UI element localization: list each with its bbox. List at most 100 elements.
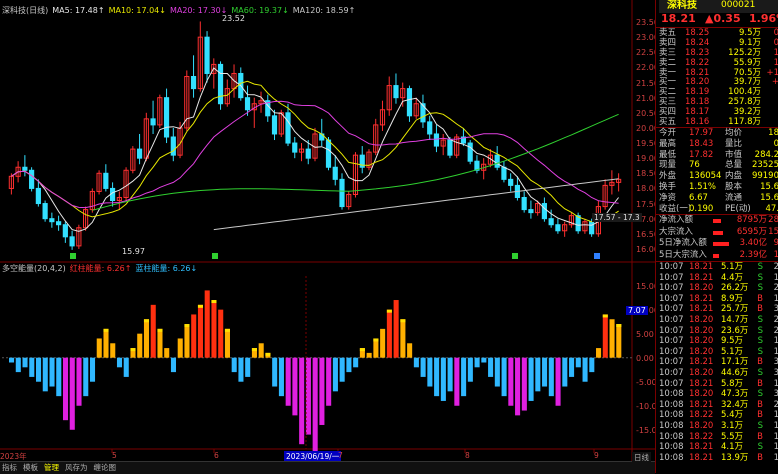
indicator-bar [184, 324, 190, 358]
tick-price: 18.20 [689, 325, 714, 336]
tab-save-as[interactable]: 风存为 [63, 463, 90, 472]
period-selector[interactable]: 日线 [632, 452, 651, 464]
tick-row: 10:07 18.21 4.4万 S 1 [659, 273, 778, 284]
indicator-bar [211, 300, 217, 358]
tick-time: 10:07 [659, 304, 684, 315]
indicator-bar-cap [386, 309, 392, 313]
stat-row: 最高 18.43 量比 0 [659, 139, 778, 150]
stat-value: 99190 [751, 171, 778, 182]
tick-time: 10:07 [659, 283, 684, 294]
tick-price: 18.21 [689, 442, 714, 453]
indicator-bar [224, 328, 230, 358]
tick-count: 2 [773, 283, 778, 294]
kline-canvas[interactable] [0, 0, 655, 473]
indicator-bar-cap [224, 328, 230, 332]
indicator-bar [164, 348, 170, 358]
indicator-bar [36, 357, 42, 382]
tick-price: 18.21 [689, 272, 714, 283]
tab-chanlun[interactable]: 缠论图 [92, 463, 119, 472]
stat-label: 量比 [725, 138, 743, 149]
candle-body [541, 203, 547, 220]
flow-value: 6595万 [736, 226, 767, 237]
tick-count: 1 [773, 452, 778, 463]
tick-row: 10:08 18.22 5.4万 B 1 [659, 410, 778, 421]
flow-value: 2.39亿 [739, 249, 767, 260]
tick-row: 10:07 18.20 23.6万 S 2 [659, 326, 778, 337]
candle-body [494, 154, 500, 168]
flow-label: 净流入额 [659, 215, 694, 225]
flow-label: 5日大宗流入 [659, 249, 707, 260]
flow-tail: 15 [768, 226, 778, 237]
stat-label: 流通 [725, 192, 743, 203]
indicator-bar [258, 343, 264, 358]
tick-volume: 13.9万 [721, 452, 749, 463]
stat-value: 0.190 [689, 203, 714, 214]
indicator-bar [339, 357, 345, 382]
tick-row: 10:07 18.21 8.9万 B 1 [659, 294, 778, 305]
tab-manage[interactable]: 管理 [42, 463, 61, 472]
indicator-bar-cap [373, 338, 379, 342]
indicator-bar [319, 357, 325, 425]
tick-count: 1 [773, 431, 778, 442]
tick-side: B [757, 452, 763, 463]
legend-entry: MA120: 18.59↑ [292, 6, 356, 15]
tick-count: 2 [773, 325, 778, 336]
flow-label: 大宗流入 [659, 226, 694, 237]
event-marker-1 [212, 253, 218, 259]
price-change-pct: 1.96% [749, 12, 778, 25]
tick-time: 10:07 [659, 346, 684, 357]
indicator-bar [137, 333, 143, 358]
stat-value: 6.67 [689, 192, 708, 203]
indicator-bar [481, 357, 487, 363]
tick-volume: 4.1万 [721, 442, 744, 453]
legend-entry: 蓝柱能量: 6.26↓ [135, 264, 198, 273]
indicator-bar [15, 357, 21, 373]
candle-body [271, 115, 278, 135]
candle-body [528, 209, 534, 214]
tick-side: S [757, 368, 763, 378]
tick-volume: 14.7万 [721, 315, 749, 325]
legend-entry: 深科技(日线) [2, 6, 49, 15]
candle-body [29, 169, 35, 189]
indicator-bar [110, 343, 116, 358]
tick-volume: 44.6万 [721, 368, 749, 378]
tick-time: 10:08 [659, 410, 684, 421]
tick-price: 18.20 [689, 346, 714, 357]
candle-body [42, 203, 48, 220]
stat-label: 市值 [725, 149, 743, 160]
indicator-bar-cap [359, 348, 365, 352]
legend-entry: 多空能量(20,4,2) [2, 264, 66, 273]
stat-value: 15.6 [760, 182, 778, 192]
tick-count: 1 [773, 272, 778, 283]
indicator-bar [386, 309, 392, 358]
indicator-bar [407, 343, 413, 358]
tick-row: 10:07 18.20 26.2万 S 2 [659, 283, 778, 294]
candle-body [190, 76, 197, 90]
stat-value: 23525 [751, 160, 778, 171]
tick-row: 10:07 18.20 5.1万 S 1 [659, 347, 778, 358]
tab-indicator[interactable]: 指标 [0, 463, 19, 472]
flow-bar [713, 242, 729, 246]
indicator-bar [353, 357, 359, 368]
indicator-bar [292, 357, 298, 416]
tick-count: 1 [773, 442, 778, 453]
candle-body [406, 88, 413, 117]
indicator-bar [326, 357, 332, 406]
indicator-legend: 多空能量(20,4,2) 红柱能量: 6.26↑ 蓝柱能量: 6.26↓ [2, 264, 201, 274]
stat-label: 最高 [659, 138, 677, 149]
indicator-bar [400, 319, 406, 358]
tick-side: S [757, 272, 763, 283]
candle-body [508, 178, 514, 186]
bottom-toolbar: 指标 模板 管理 风存为 缠论图 日线 [0, 452, 655, 474]
stat-value: 47. [765, 203, 778, 214]
indicator-bar [494, 357, 500, 387]
indicator-bar [56, 357, 62, 397]
tab-template[interactable]: 模板 [21, 463, 40, 472]
flow-value: 8795万 [736, 215, 767, 225]
indicator-bar-cap [184, 324, 190, 328]
kline-chart-area[interactable]: 深科技(日线) MA5: 17.48↑ MA10: 17.04↓ MA20: 17.3… [0, 0, 662, 474]
indicator-bar [575, 357, 581, 368]
indicator-bar [332, 357, 338, 392]
tick-side: S [757, 315, 763, 325]
tick-time: 10:07 [659, 315, 684, 325]
